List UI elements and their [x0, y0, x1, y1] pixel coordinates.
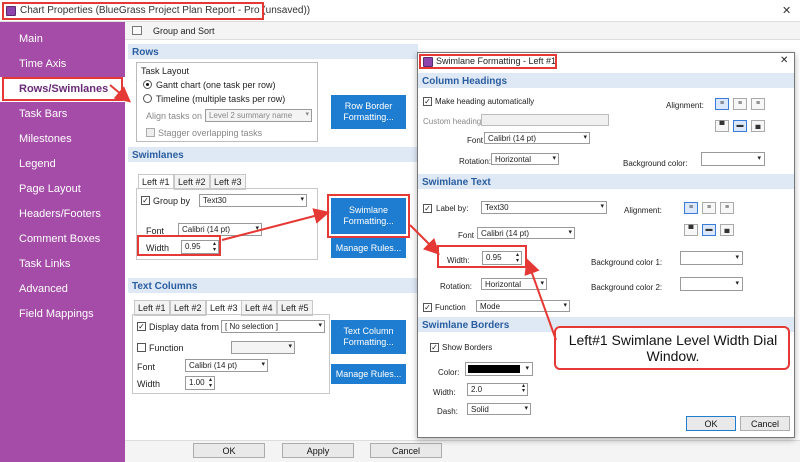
- arrow-button-to-dialog-width: [409, 224, 440, 255]
- arrow-callout-to-width: [524, 258, 557, 341]
- annotation-arrows: [109, 84, 557, 341]
- arrow-width-to-button: [221, 208, 330, 241]
- arrow-sidebar-to-dialog: [109, 84, 132, 103]
